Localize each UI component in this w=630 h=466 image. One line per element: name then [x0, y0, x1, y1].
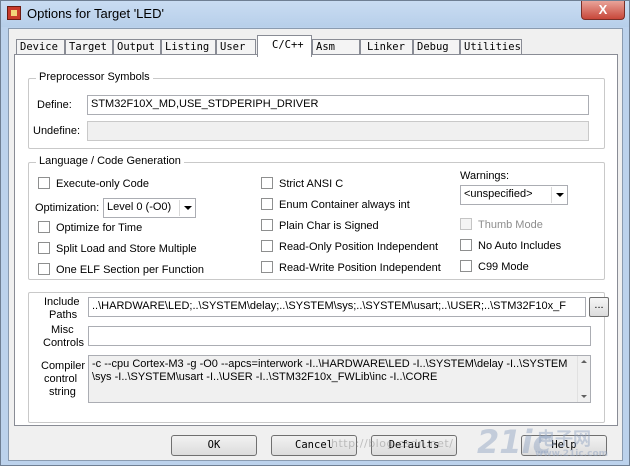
dialog-window: Options for Target 'LED' X Device Target… [0, 0, 630, 466]
misc-label-2: Controls [43, 337, 84, 349]
execute-only-checkbox[interactable]: Execute-only Code [38, 177, 149, 191]
ok-button[interactable]: OK [171, 435, 257, 456]
optimize-time-label: Optimize for Time [56, 222, 143, 234]
strict-ansi-checkbox[interactable]: Strict ANSI C [261, 177, 343, 191]
watermark-logo: 21ic 电子网 www.21ic.com [477, 419, 627, 465]
keil-app-icon [7, 6, 21, 20]
include-label-1: Include [44, 296, 80, 308]
checkbox-box[interactable] [460, 239, 472, 251]
no-auto-includes-checkbox[interactable]: No Auto Includes [460, 239, 561, 253]
title-bar[interactable]: Options for Target 'LED' X [1, 1, 629, 27]
ropi-label: Read-Only Position Independent [279, 241, 438, 253]
scroll-up-icon[interactable] [578, 356, 590, 368]
optimization-label: Optimization: [35, 202, 100, 214]
optimize-time-checkbox[interactable]: Optimize for Time [38, 221, 142, 235]
chevron-down-icon[interactable] [551, 187, 566, 203]
paths-group: Include Paths ..\HARDWARE\LED;..\SYSTEM\… [28, 292, 609, 423]
language-group: Language / Code Generation Execute-only … [28, 155, 605, 280]
misc-controls-field[interactable] [88, 326, 591, 346]
optimization-value: Level 0 (-O0) [107, 201, 172, 213]
split-load-label: Split Load and Store Multiple [56, 243, 197, 255]
strict-ansi-label: Strict ANSI C [279, 178, 344, 190]
thumb-mode-label: Thumb Mode [478, 219, 543, 231]
c99-mode-checkbox[interactable]: C99 Mode [460, 260, 529, 274]
include-label-2: Paths [49, 309, 78, 321]
checkbox-box[interactable] [460, 218, 472, 230]
rwpi-checkbox[interactable]: Read-Write Position Independent [261, 261, 441, 275]
close-button[interactable]: X [581, 1, 625, 20]
warnings-value: <unspecified> [464, 188, 533, 200]
undefine-field[interactable] [87, 121, 589, 141]
c99-mode-label: C99 Mode [478, 261, 529, 273]
define-field[interactable]: STM32F10X_MD,USE_STDPERIPH_DRIVER [87, 95, 589, 115]
dialog-client: Device Target Output Listing User C/C++ … [8, 28, 623, 461]
compiler-label-2: control [44, 373, 78, 385]
rwpi-label: Read-Write Position Independent [279, 262, 441, 274]
execute-only-label: Execute-only Code [56, 178, 149, 190]
misc-label-1: Misc [51, 324, 74, 336]
compiler-control-string: -c --cpu Cortex-M3 -g -O0 --apcs=interwo… [88, 355, 591, 403]
ropi-checkbox[interactable]: Read-Only Position Independent [261, 240, 438, 254]
window-title: Options for Target 'LED' [27, 6, 164, 21]
preprocessor-group-label: Preprocessor Symbols [36, 71, 153, 83]
plain-char-label: Plain Char is Signed [279, 220, 379, 232]
watermark-text: http://blog.csdn.net/ [331, 437, 454, 450]
watermark-logo-cn: 电子网 [537, 429, 591, 450]
enum-container-checkbox[interactable]: Enum Container always int [261, 198, 410, 212]
undefine-label: Undefine: [33, 125, 81, 137]
compiler-string-line-1: -c --cpu Cortex-M3 -g -O0 --apcs=interwo… [92, 358, 568, 370]
checkbox-box[interactable] [261, 240, 273, 252]
plain-char-checkbox[interactable]: Plain Char is Signed [261, 219, 379, 233]
checkbox-box[interactable] [261, 198, 273, 210]
preprocessor-group: Preprocessor Symbols Define: STM32F10X_M… [28, 71, 605, 149]
compiler-string-line-2: \sys -I..\SYSTEM\usart -I..\USER -I..\ST… [92, 371, 438, 383]
thumb-mode-checkbox[interactable]: Thumb Mode [460, 218, 543, 232]
browse-include-button[interactable]: ... [589, 297, 609, 317]
warnings-select[interactable]: <unspecified> [460, 185, 568, 205]
checkbox-box[interactable] [261, 177, 273, 189]
checkbox-box[interactable] [38, 263, 50, 275]
no-auto-includes-label: No Auto Includes [478, 240, 562, 252]
cpp-tab-panel: Preprocessor Symbols Define: STM32F10X_M… [14, 54, 618, 426]
checkbox-box[interactable] [38, 242, 50, 254]
one-elf-checkbox[interactable]: One ELF Section per Function [38, 263, 204, 277]
checkbox-box[interactable] [261, 219, 273, 231]
split-load-checkbox[interactable]: Split Load and Store Multiple [38, 242, 197, 256]
checkbox-box[interactable] [460, 260, 472, 272]
compiler-label-3: string [49, 386, 76, 398]
optimization-select[interactable]: Level 0 (-O0) [103, 198, 196, 218]
scroll-down-icon[interactable] [578, 390, 590, 402]
checkbox-box[interactable] [38, 177, 50, 189]
checkbox-box[interactable] [261, 261, 273, 273]
warnings-label: Warnings: [460, 170, 510, 182]
language-group-label: Language / Code Generation [36, 155, 184, 167]
checkbox-box[interactable] [38, 221, 50, 233]
enum-container-label: Enum Container always int [279, 199, 410, 211]
tab-cpp[interactable]: C/C++ [257, 35, 312, 57]
compiler-string-scrollbar[interactable] [577, 356, 590, 402]
watermark-logo-url: www.21ic.com [535, 449, 609, 459]
one-elf-label: One ELF Section per Function [56, 264, 204, 276]
define-label: Define: [37, 99, 72, 111]
chevron-down-icon[interactable] [179, 200, 194, 216]
include-paths-field[interactable]: ..\HARDWARE\LED;..\SYSTEM\delay;..\SYSTE… [88, 297, 586, 317]
compiler-label-1: Compiler [41, 360, 86, 372]
